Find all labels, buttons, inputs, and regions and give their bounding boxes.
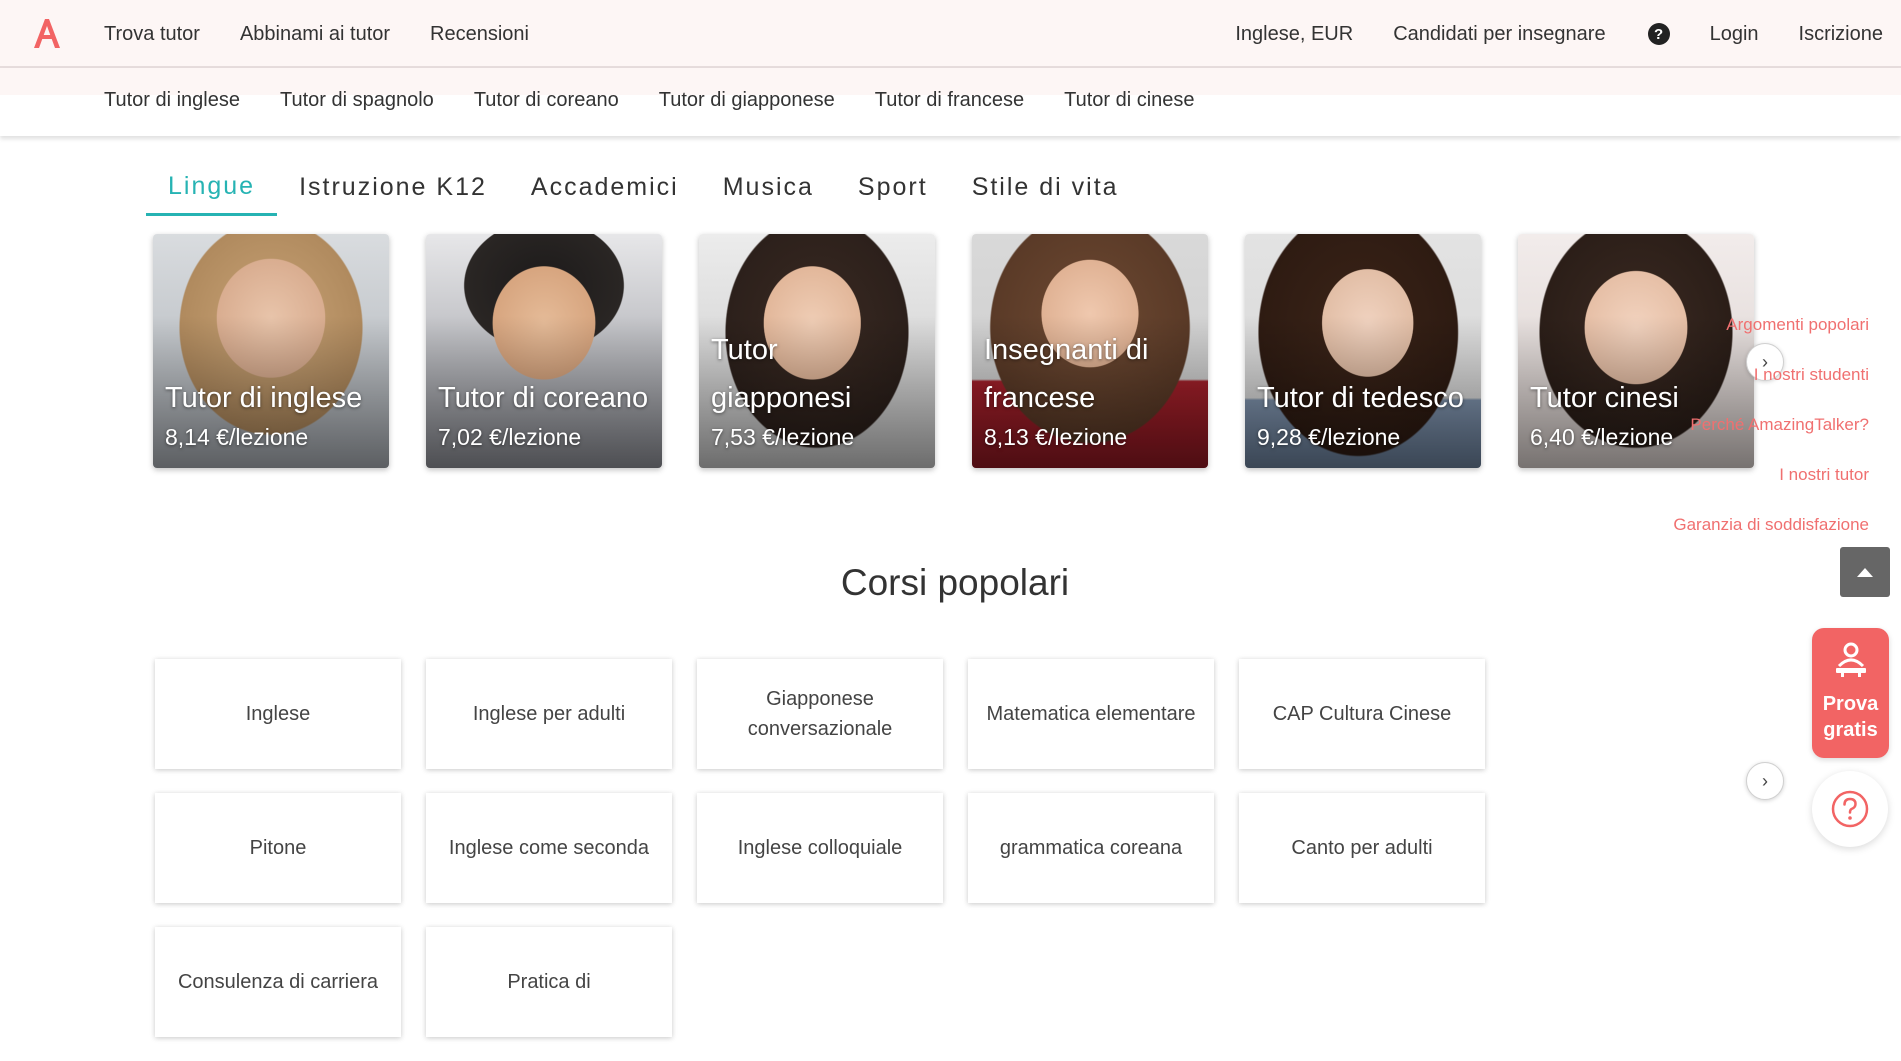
course-card[interactable]: Canto per adulti: [1239, 793, 1485, 903]
tab-languages[interactable]: Lingue: [146, 160, 278, 216]
apply-to-teach-link[interactable]: Candidati per insegnare: [1393, 23, 1605, 46]
tutor-card[interactable]: Tutor giapponesi 7,53 €/lezione: [699, 234, 935, 468]
category-tabs: Lingue Istruzione K12 Accademici Musica …: [146, 160, 1141, 216]
free-trial-button[interactable]: Prova gratis: [1812, 628, 1889, 758]
language-currency-selector[interactable]: Inglese, EUR: [1235, 23, 1353, 46]
tutor-card-price: 7,02 €/lezione: [438, 424, 582, 450]
chevron-right-icon: ›: [1762, 770, 1768, 791]
tutor-card[interactable]: Tutor di tedesco 9,28 €/lezione: [1245, 234, 1481, 468]
signup-link[interactable]: Iscrizione: [1799, 23, 1883, 46]
courses-carousel-next-button[interactable]: ›: [1746, 762, 1784, 800]
tutor-card[interactable]: Insegnanti di francese 8,13 €/lezione: [972, 234, 1208, 468]
tutor-card-price: 9,28 €/lezione: [1257, 424, 1401, 450]
login-link[interactable]: Login: [1710, 23, 1759, 46]
course-card[interactable]: Inglese come seconda: [426, 793, 672, 903]
subnav-spanish-tutors[interactable]: Tutor di spagnolo: [280, 89, 434, 112]
course-card[interactable]: Pitone: [155, 793, 401, 903]
side-anchor-menu: Argomenti popolari I nostri studenti Per…: [1673, 312, 1869, 562]
main-nav: Trova tutor Abbinami ai tutor Recensioni: [104, 0, 569, 68]
tab-k12[interactable]: Istruzione K12: [277, 161, 509, 216]
help-question-icon[interactable]: ?: [1647, 23, 1670, 45]
tutor-card-price: 7,53 €/lezione: [711, 424, 855, 450]
language-subnav: Tutor di inglese Tutor di spagnolo Tutor…: [104, 66, 1235, 134]
course-card[interactable]: Inglese: [155, 659, 401, 769]
amazingtalker-logo-icon[interactable]: [30, 16, 64, 50]
course-card[interactable]: CAP Cultura Cinese: [1239, 659, 1485, 769]
course-card[interactable]: Giapponese conversazionale: [697, 659, 943, 769]
tutor-card[interactable]: Tutor di inglese 8,14 €/lezione: [153, 234, 389, 468]
tutor-card-carousel: Tutor di inglese 8,14 €/lezione Tutor di…: [153, 234, 1791, 468]
teacher-icon: [1835, 642, 1866, 677]
question-circle-icon: [1831, 790, 1869, 828]
help-chat-button[interactable]: [1812, 771, 1888, 847]
side-link-why-amazingtalker[interactable]: Perché AmazingTalker?: [1673, 412, 1869, 462]
tutor-card-price: 8,13 €/lezione: [984, 424, 1128, 450]
nav-match-tutor[interactable]: Abbinami ai tutor: [240, 23, 390, 46]
subnav-japanese-tutors[interactable]: Tutor di giapponese: [659, 89, 835, 112]
tab-lifestyle[interactable]: Stile di vita: [950, 161, 1141, 216]
course-card[interactable]: Inglese per adulti: [426, 659, 672, 769]
free-trial-label: Prova gratis: [1822, 693, 1879, 741]
top-navigation-bar: Trova tutor Abbinami ai tutor Recensioni…: [0, 0, 1901, 68]
tab-academics[interactable]: Accademici: [509, 161, 701, 216]
course-card[interactable]: grammatica coreana: [968, 793, 1214, 903]
subnav-korean-tutors[interactable]: Tutor di coreano: [474, 89, 619, 112]
tutor-card-title: Tutor giapponesi: [711, 334, 852, 414]
popular-courses-grid: Inglese Inglese per adulti Giapponese co…: [155, 659, 1755, 1061]
language-subnav-bar: Tutor di inglese Tutor di spagnolo Tutor…: [0, 68, 1901, 136]
tutor-card-title: Tutor di inglese: [165, 382, 363, 414]
subnav-chinese-tutors[interactable]: Tutor di cinese: [1064, 89, 1194, 112]
subnav-english-tutors[interactable]: Tutor di inglese: [104, 89, 240, 112]
course-card[interactable]: Pratica di: [426, 927, 672, 1037]
popular-courses-title: Corsi popolari: [840, 562, 1070, 603]
tutor-card-title: Tutor di coreano: [438, 382, 649, 414]
tab-sports[interactable]: Sport: [836, 161, 950, 216]
account-nav: Inglese, EUR Candidati per insegnare ? L…: [1195, 0, 1883, 68]
nav-find-tutor[interactable]: Trova tutor: [104, 23, 200, 46]
nav-reviews[interactable]: Recensioni: [430, 23, 529, 46]
side-link-our-tutors[interactable]: I nostri tutor: [1673, 462, 1869, 512]
course-card[interactable]: Matematica elementare: [968, 659, 1214, 769]
tutor-card-price: 8,14 €/lezione: [165, 424, 309, 450]
course-card[interactable]: Inglese colloquiale: [697, 793, 943, 903]
side-link-our-students[interactable]: I nostri studenti: [1673, 362, 1869, 412]
course-card[interactable]: Consulenza di carriera: [155, 927, 401, 1037]
tutor-card-title: Insegnanti di francese: [984, 334, 1149, 414]
tab-music[interactable]: Musica: [701, 161, 836, 216]
subnav-french-tutors[interactable]: Tutor di francese: [875, 89, 1024, 112]
tutor-card-title: Tutor di tedesco: [1257, 382, 1464, 414]
tutor-card[interactable]: Tutor di coreano 7,02 €/lezione: [426, 234, 662, 468]
side-link-popular-topics[interactable]: Argomenti popolari: [1673, 312, 1869, 362]
